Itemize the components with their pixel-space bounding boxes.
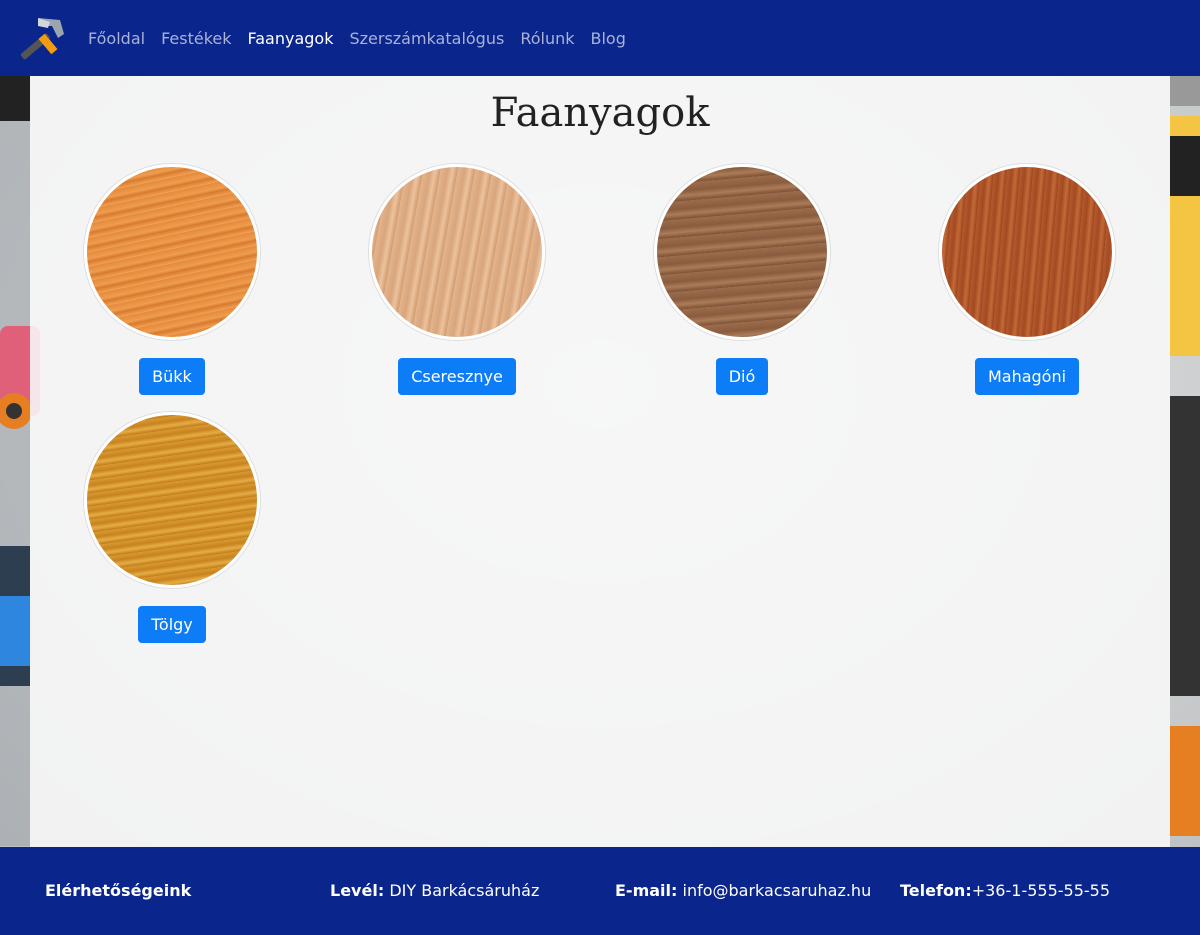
wood-card-mahagoni: Mahagóni	[937, 164, 1117, 395]
wood-button-mahagoni[interactable]: Mahagóni	[974, 358, 1080, 395]
wood-image-tolgy	[84, 412, 260, 588]
nav-link-blog[interactable]: Blog	[591, 29, 626, 48]
footer-phone: Telefon:+36-1-555-55-55	[900, 881, 1110, 900]
wood-card-bukk: Bükk	[82, 164, 262, 395]
wood-button-dio[interactable]: Dió	[715, 358, 769, 395]
nav-link-szerszamkatalogus[interactable]: Szerszámkatalógus	[349, 29, 504, 48]
footer: Elérhetőségeink Levél: DIY Barkácsáruház…	[0, 847, 1200, 935]
wood-image-dio	[654, 164, 830, 340]
footer-mail: Levél: DIY Barkácsáruház	[330, 881, 539, 900]
wood-button-cseresznye[interactable]: Cseresznye	[398, 358, 516, 395]
footer-phone-value: +36-1-555-55-55	[971, 881, 1111, 900]
footer-phone-label: Telefon:	[900, 881, 972, 900]
navbar: Főoldal Festékek Faanyagok Szerszámkatal…	[0, 0, 1200, 76]
wood-card-cseresznye: Cseresznye	[367, 164, 547, 395]
hammer-logo-icon[interactable]	[14, 12, 66, 64]
wood-image-mahagoni	[939, 164, 1115, 340]
footer-email-value[interactable]: info@barkacsaruhaz.hu	[683, 881, 872, 900]
wood-button-tolgy[interactable]: Tölgy	[138, 606, 206, 643]
nav-link-festekek[interactable]: Festékek	[161, 29, 231, 48]
wood-card-tolgy: Tölgy	[82, 412, 262, 643]
footer-email: E-mail: info@barkacsaruhaz.hu	[615, 881, 871, 900]
wood-image-cseresznye	[369, 164, 545, 340]
wood-image-bukk	[84, 164, 260, 340]
footer-mail-label: Levél:	[330, 881, 385, 900]
nav-link-faanyagok[interactable]: Faanyagok	[248, 29, 334, 48]
wood-button-bukk[interactable]: Bükk	[139, 358, 205, 395]
nav-link-rolunk[interactable]: Rólunk	[520, 29, 574, 48]
footer-heading: Elérhetőségeink	[45, 881, 192, 900]
nav-link-fooldal[interactable]: Főoldal	[88, 29, 145, 48]
page-title: Faanyagok	[490, 90, 710, 136]
footer-email-label: E-mail:	[615, 881, 678, 900]
footer-mail-value: DIY Barkácsáruház	[389, 881, 540, 900]
wood-card-dio: Dió	[652, 164, 832, 395]
